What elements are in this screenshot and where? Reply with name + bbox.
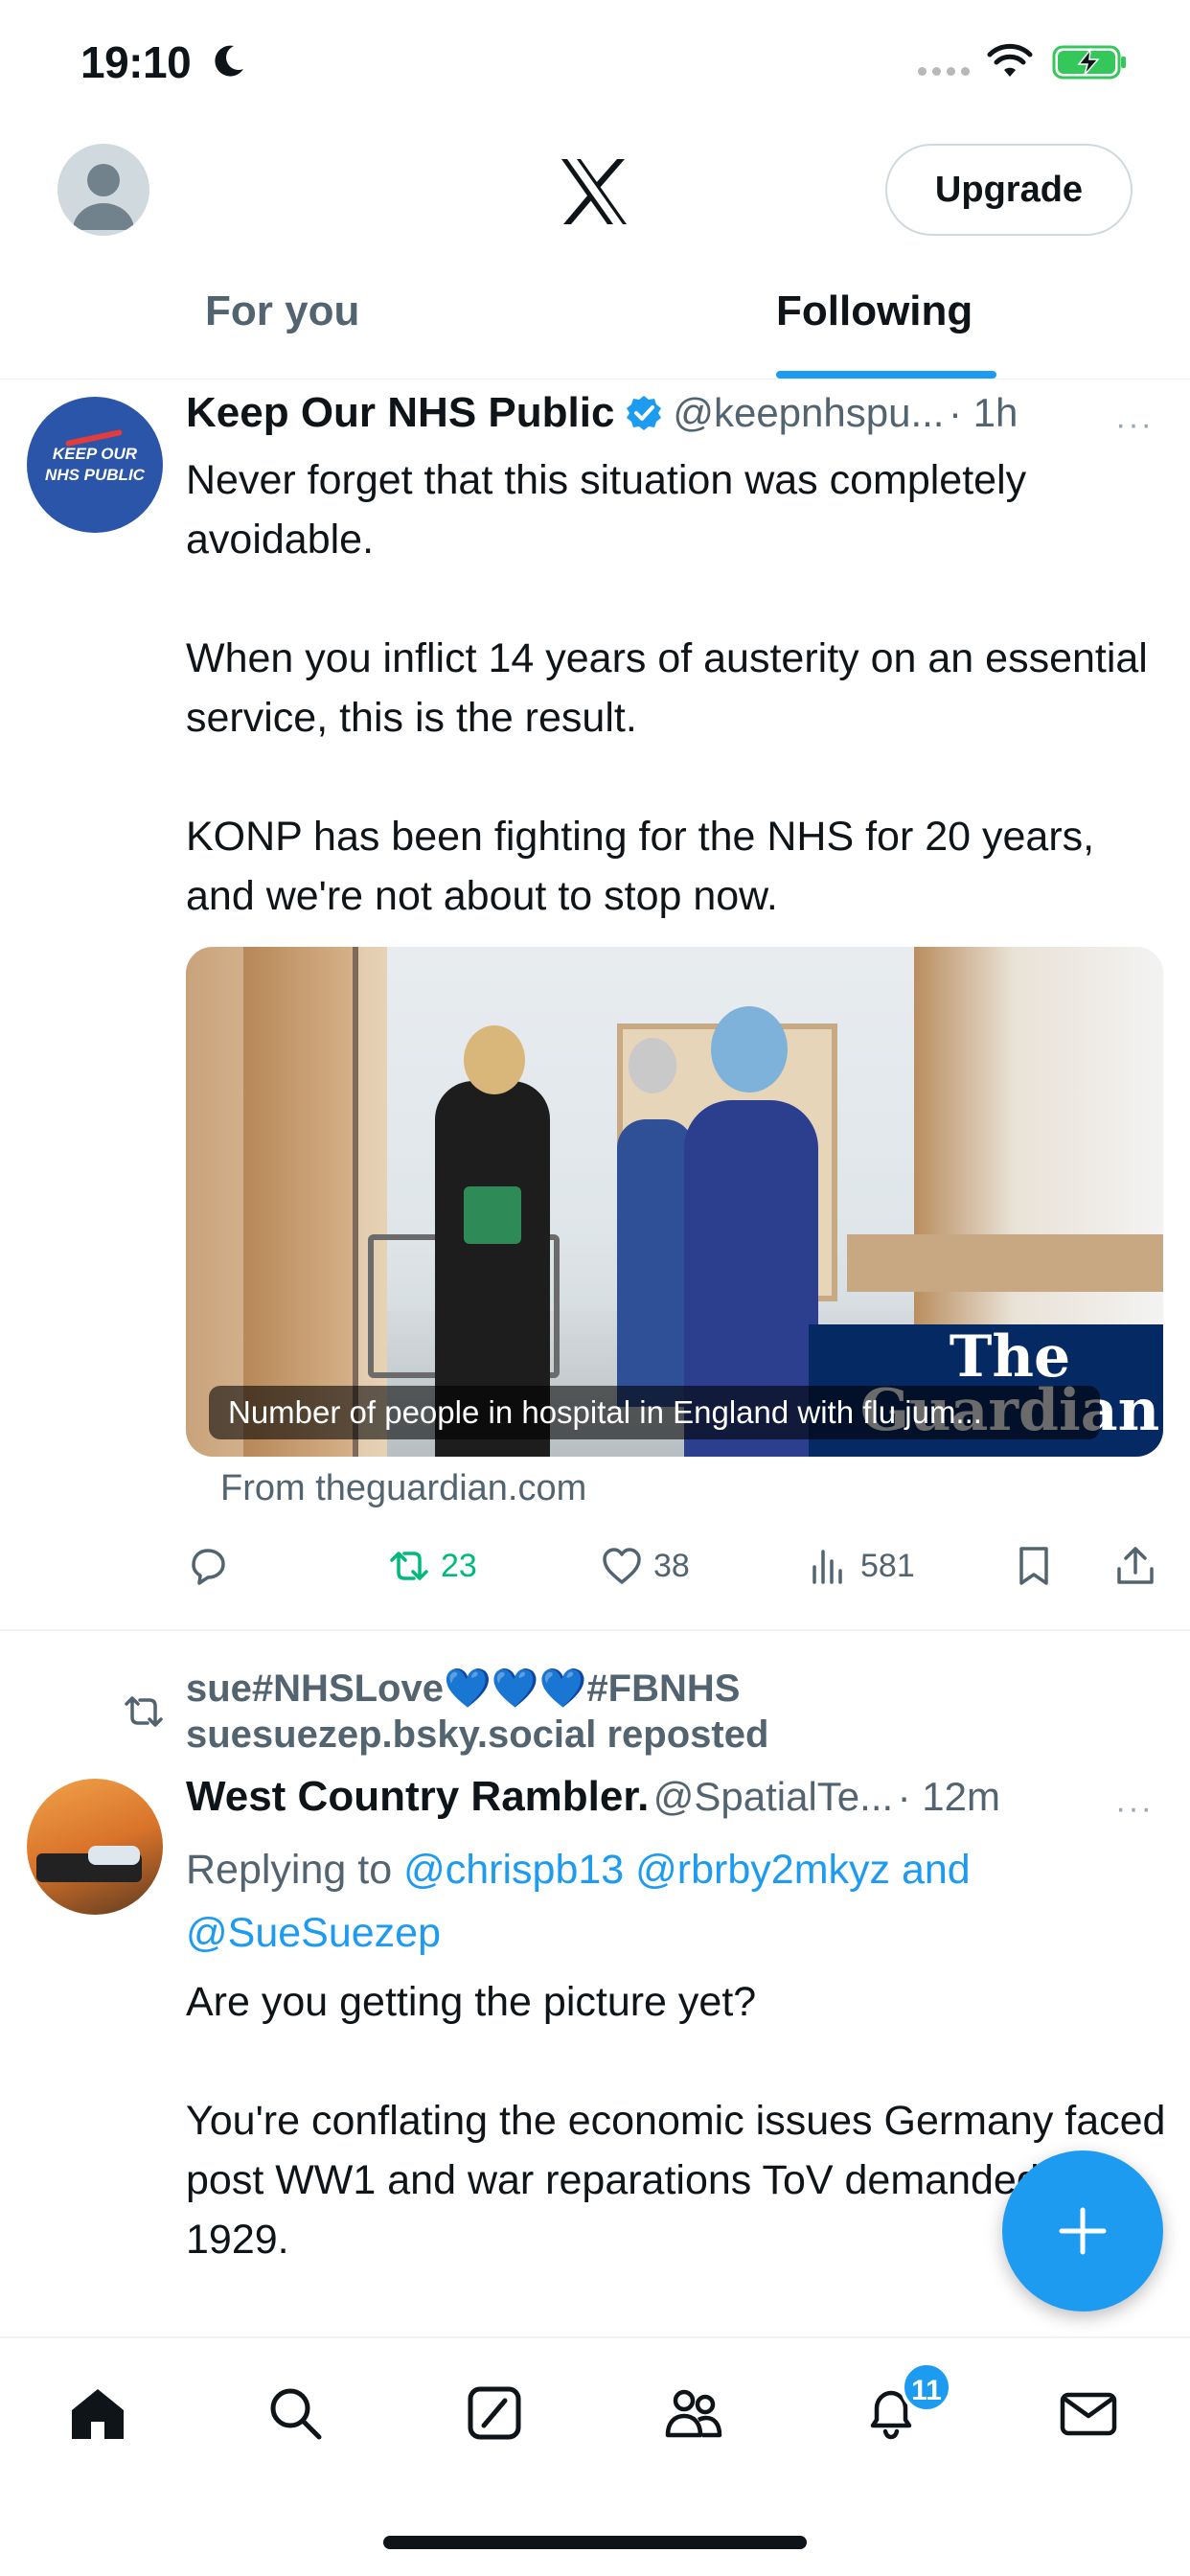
replying-to: Replying to @chrispb13 @rbrby2mkyz and @… bbox=[186, 1838, 1048, 1965]
tweet-author-name[interactable]: Keep Our NHS Public bbox=[186, 389, 614, 436]
repost-indicator-icon bbox=[125, 1696, 163, 1727]
tweet-paragraph: When you inflict 14 years of austerity o… bbox=[186, 635, 1148, 741]
tweet-actions: 23 38 581 bbox=[186, 1537, 1163, 1595]
tweet-text: Never forget that this situation was com… bbox=[186, 450, 1154, 926]
views-count: 581 bbox=[860, 1547, 915, 1584]
mention-link[interactable]: @rbrby2mkyz bbox=[635, 1847, 890, 1893]
account-avatar[interactable] bbox=[57, 144, 149, 236]
nav-communities[interactable] bbox=[655, 2375, 732, 2451]
wifi-icon bbox=[987, 43, 1033, 77]
notifications-badge: 11 bbox=[901, 2361, 952, 2413]
reply-button[interactable] bbox=[186, 1537, 230, 1595]
link-card-caption: Number of people in hospital in England … bbox=[209, 1386, 1100, 1439]
share-icon bbox=[1117, 1547, 1154, 1584]
nav-home[interactable] bbox=[59, 2375, 136, 2451]
tab-for-you[interactable]: For you bbox=[205, 288, 359, 335]
moon-icon bbox=[215, 45, 243, 77]
avatar-logo-text: KEEP OUR bbox=[52, 445, 138, 463]
tweet-author-avatar[interactable] bbox=[27, 1779, 163, 1915]
retweet-count: 23 bbox=[441, 1547, 477, 1584]
tweet-author-name[interactable]: West Country Rambler. bbox=[186, 1773, 649, 1820]
upgrade-button[interactable]: Upgrade bbox=[885, 144, 1133, 236]
more-options-icon[interactable]: ··· bbox=[1115, 1790, 1154, 1828]
search-icon bbox=[270, 2388, 322, 2440]
replying-to-label: Replying to bbox=[186, 1847, 393, 1893]
signal-dots-icon bbox=[918, 67, 970, 76]
bookmark-icon bbox=[1019, 1547, 1048, 1585]
mention-link[interactable]: @SueSuezep bbox=[186, 1910, 441, 1956]
tab-following[interactable]: Following bbox=[776, 288, 973, 335]
like-button[interactable]: 38 bbox=[600, 1537, 690, 1595]
active-tab-indicator bbox=[776, 371, 996, 379]
nav-grok[interactable] bbox=[456, 2375, 533, 2451]
tweet-author-handle[interactable]: @keepnhspu... bbox=[673, 390, 944, 435]
plus-icon bbox=[1059, 2207, 1107, 2255]
default-user-icon bbox=[73, 164, 134, 230]
tweet-time: · 1h bbox=[948, 390, 1018, 435]
avatar-logo-text: NHS PUBLIC bbox=[45, 466, 145, 484]
bookmark-button[interactable] bbox=[1012, 1537, 1056, 1595]
home-icon bbox=[72, 2389, 124, 2439]
tweet-paragraph: Are you getting the picture yet? bbox=[186, 1979, 757, 2025]
like-count: 38 bbox=[653, 1547, 690, 1584]
heart-icon bbox=[603, 1548, 641, 1584]
share-button[interactable] bbox=[1113, 1537, 1157, 1595]
reply-icon bbox=[192, 1549, 225, 1585]
tweet-author-avatar[interactable]: KEEP OUR NHS PUBLIC bbox=[27, 397, 163, 533]
x-logo-icon bbox=[561, 159, 627, 224]
reposter-hashtag: #FBNHS bbox=[586, 1668, 741, 1710]
tweet-time: · 12m bbox=[897, 1774, 1000, 1819]
link-source[interactable]: From theguardian.com bbox=[220, 1468, 586, 1509]
nav-search[interactable] bbox=[257, 2375, 333, 2451]
battery-charging-icon bbox=[1052, 45, 1126, 80]
views-chart-icon bbox=[812, 1550, 842, 1584]
status-time: 19:10 bbox=[80, 37, 192, 87]
timeline-tabs: For you Following bbox=[0, 259, 1190, 380]
status-bar: 19:10 bbox=[0, 0, 1190, 125]
more-options-icon[interactable]: ··· bbox=[1115, 406, 1154, 444]
tweet-header: West Country Rambler. @SpatialTe... · 12… bbox=[186, 1773, 1144, 1830]
tweet[interactable]: KEEP OUR NHS PUBLIC Keep Our NHS Public … bbox=[0, 380, 1190, 1631]
repost-attribution[interactable]: sue#NHSLove💙💙💙#FBNHS bbox=[186, 1666, 740, 1711]
repost-label[interactable]: suesuezep.bsky.social reposted bbox=[186, 1714, 768, 1757]
views-button[interactable]: 581 bbox=[807, 1537, 915, 1595]
reposter-name: sue#NHSLove bbox=[186, 1668, 444, 1710]
verified-badge-icon bbox=[626, 396, 661, 430]
grok-icon bbox=[468, 2386, 521, 2440]
tweet-author-handle[interactable]: @SpatialTe... bbox=[653, 1774, 893, 1819]
tweet-paragraph: KONP has been fighting for the NHS for 2… bbox=[186, 814, 1095, 919]
home-indicator[interactable] bbox=[383, 2536, 807, 2549]
envelope-icon bbox=[1060, 2392, 1117, 2436]
tweet-header: Keep Our NHS Public @keepnhspu... · 1h bbox=[186, 389, 1144, 447]
top-header: Upgrade bbox=[0, 125, 1190, 259]
communities-icon bbox=[665, 2389, 722, 2438]
mention-and: and bbox=[901, 1847, 971, 1893]
retweet-button[interactable]: 23 bbox=[387, 1537, 477, 1595]
retweet-icon bbox=[390, 1552, 428, 1580]
tweet-paragraph: Never forget that this situation was com… bbox=[186, 457, 1027, 563]
link-card-image[interactable]: The Guardian Number of people in hospita… bbox=[186, 947, 1163, 1457]
mention-link[interactable]: @chrispb13 bbox=[403, 1847, 624, 1893]
blue-hearts-emoji: 💙💙💙 bbox=[443, 1668, 587, 1710]
nav-messages[interactable] bbox=[1050, 2375, 1127, 2451]
compose-post-button[interactable] bbox=[1002, 2150, 1163, 2312]
